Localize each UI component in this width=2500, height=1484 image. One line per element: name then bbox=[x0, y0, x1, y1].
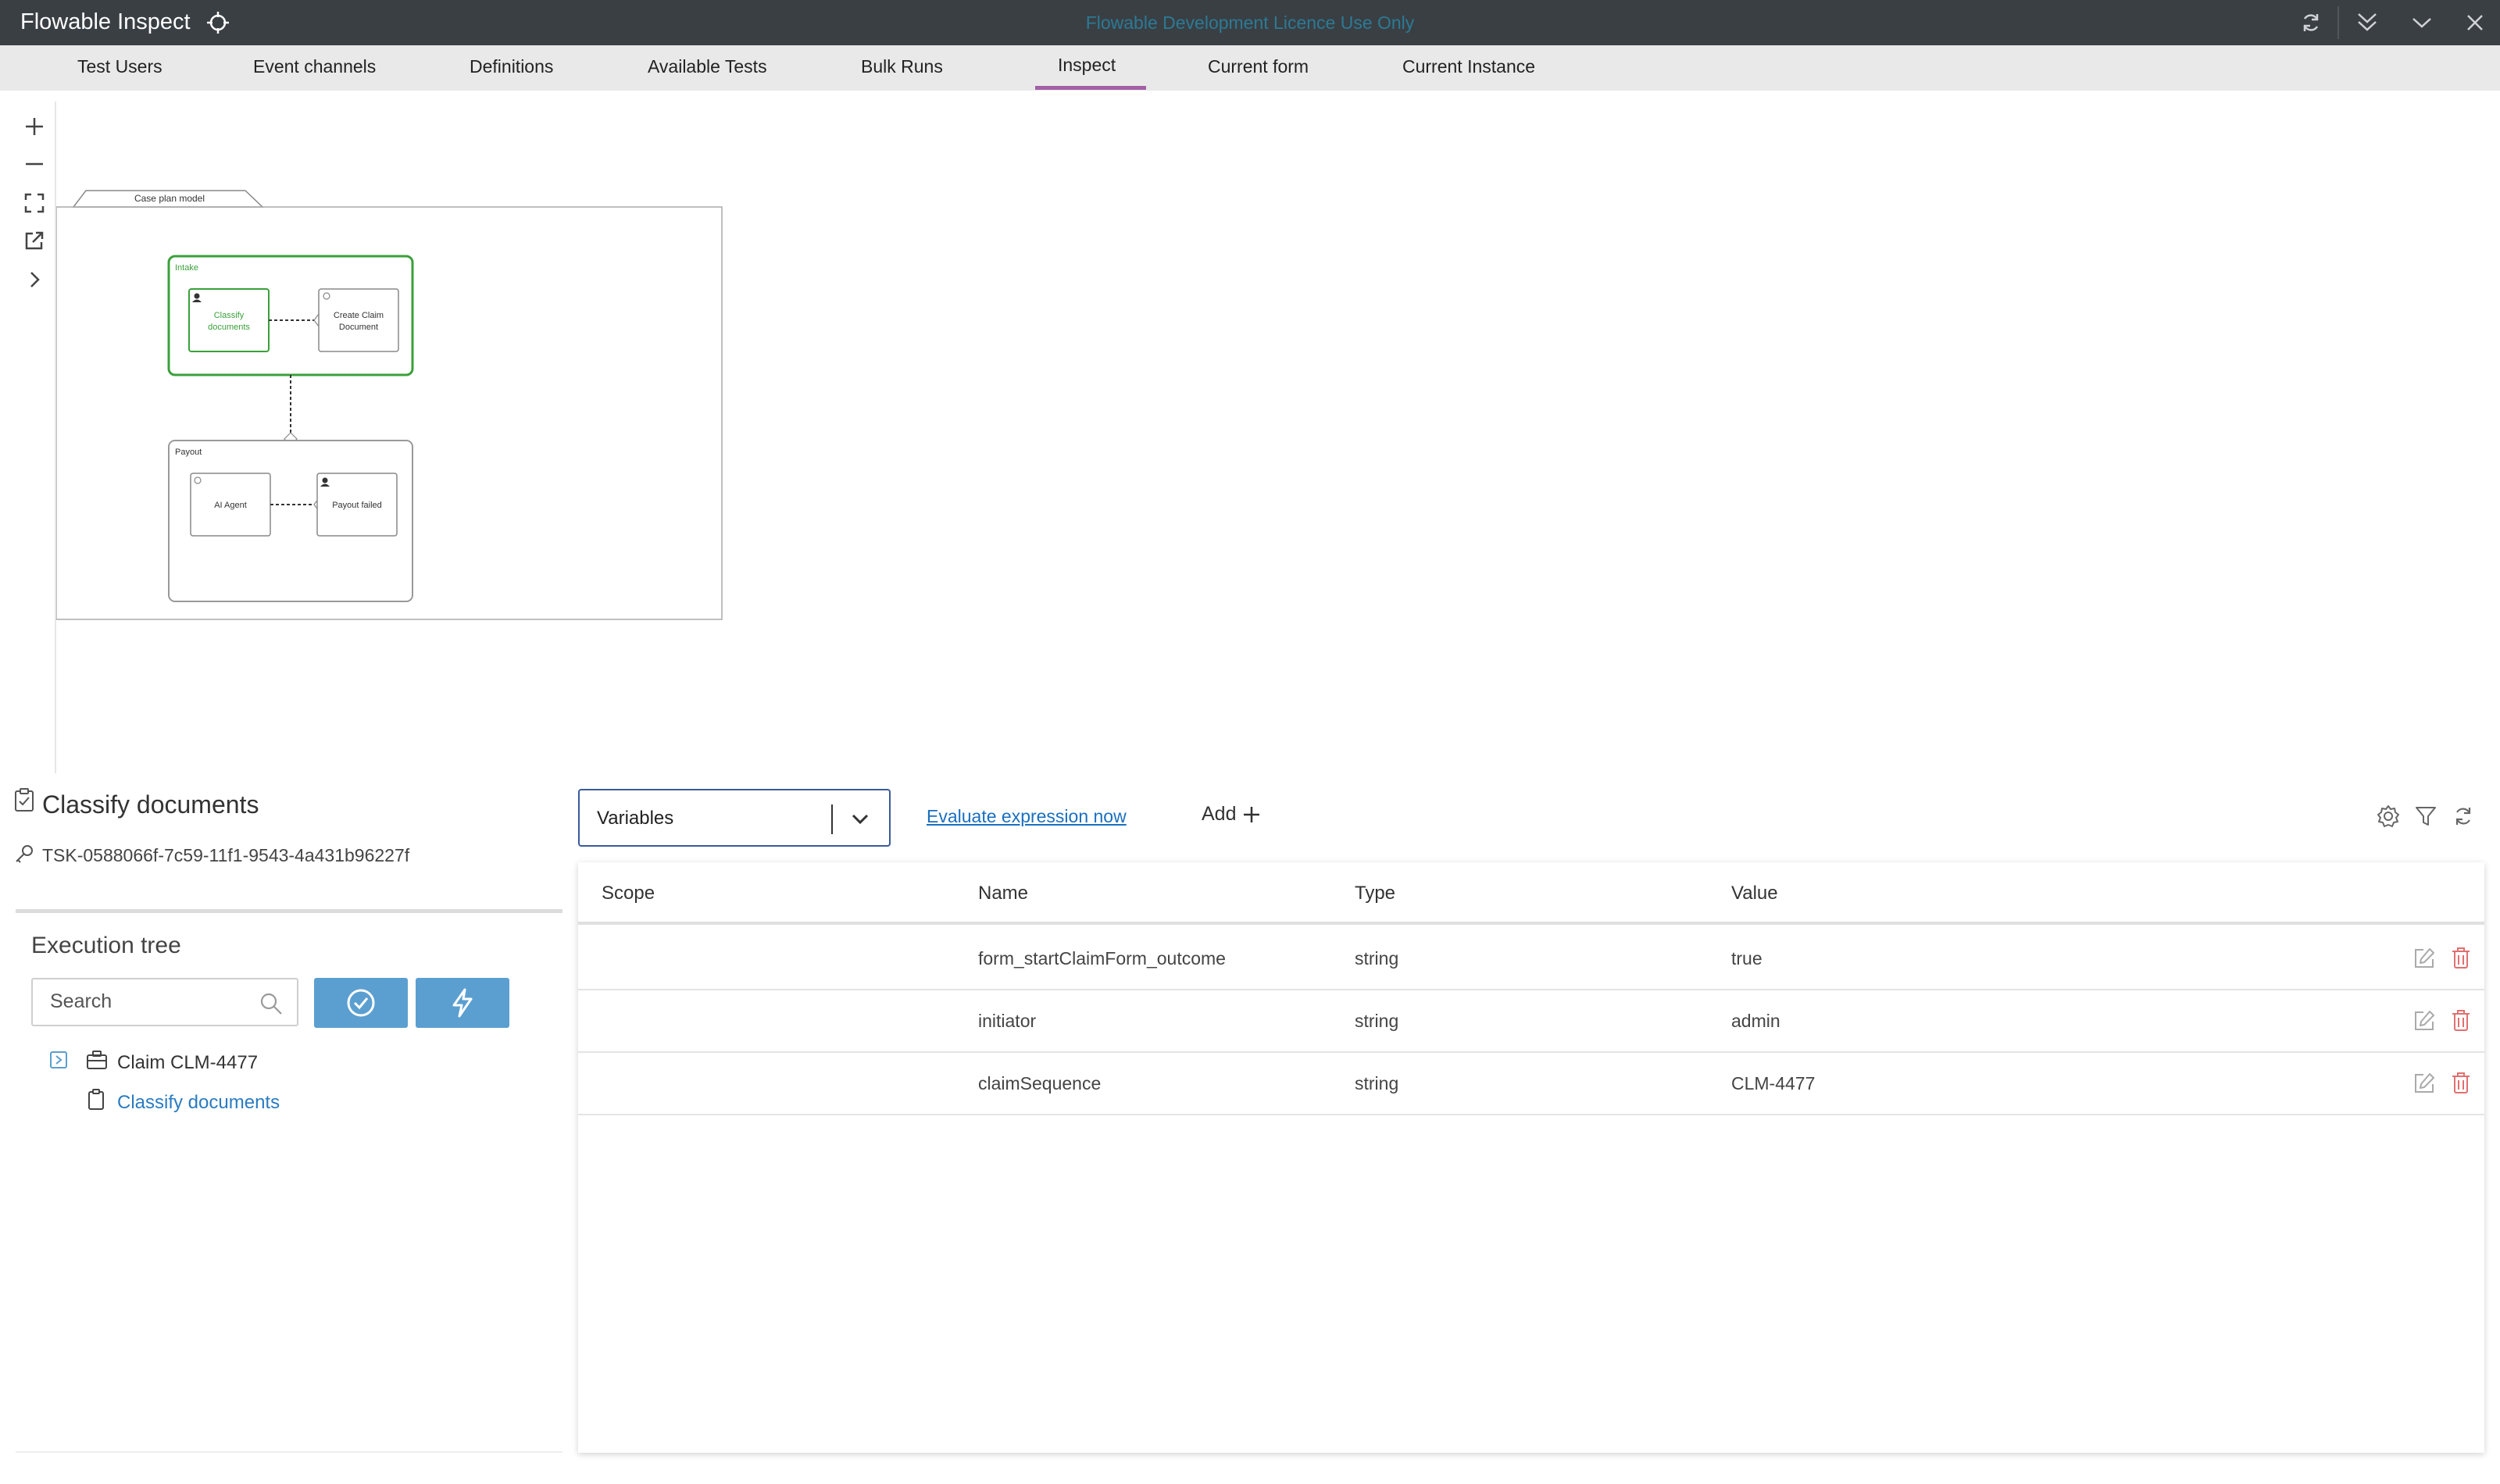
column-type[interactable]: Type bbox=[1355, 883, 1395, 904]
table-row: form_startClaimForm_outcome string true bbox=[578, 928, 2484, 990]
tree-node-case[interactable]: Claim CLM-4477 bbox=[117, 1052, 258, 1074]
execution-tree-title: Execution tree bbox=[31, 933, 181, 958]
cell-value: true bbox=[1731, 948, 1762, 969]
tab-event-channels[interactable]: Event channels bbox=[253, 56, 376, 77]
edit-icon[interactable] bbox=[2412, 1009, 2436, 1036]
divider bbox=[16, 1451, 562, 1453]
task-title: Classify documents bbox=[42, 790, 259, 819]
tab-inspect[interactable]: Inspect bbox=[1058, 55, 1116, 76]
delete-icon[interactable] bbox=[2450, 947, 2472, 974]
task-classify-line1: Classify bbox=[214, 311, 245, 320]
tab-current-instance[interactable]: Current Instance bbox=[1402, 56, 1535, 77]
settings-icon[interactable] bbox=[2375, 803, 2402, 829]
variables-table: Scope Name Type Value form_startClaimFor… bbox=[578, 862, 2484, 1453]
tab-definitions[interactable]: Definitions bbox=[470, 56, 553, 77]
briefcase-icon bbox=[86, 1050, 108, 1074]
external-link-icon[interactable] bbox=[20, 227, 48, 255]
cell-value: CLM-4477 bbox=[1731, 1073, 1816, 1093]
active-tab-indicator bbox=[1035, 86, 1146, 90]
check-circle-icon bbox=[347, 989, 375, 1017]
task-classify-documents[interactable]: Classify documents bbox=[188, 288, 270, 352]
titlebar-separator bbox=[2338, 6, 2339, 39]
tab-bulk-runs[interactable]: Bulk Runs bbox=[861, 56, 943, 77]
chevron-right-icon bbox=[55, 1055, 62, 1065]
edit-icon[interactable] bbox=[2412, 1072, 2436, 1099]
delete-icon[interactable] bbox=[2450, 1072, 2472, 1099]
stage-intake-label: Intake bbox=[175, 263, 198, 273]
edit-icon[interactable] bbox=[2412, 947, 2436, 974]
column-scope[interactable]: Scope bbox=[602, 883, 655, 904]
tree-node-task[interactable]: Classify documents bbox=[117, 1092, 280, 1114]
cell-name: initiator bbox=[978, 1011, 1037, 1031]
case-plan-label: Case plan model bbox=[134, 193, 205, 204]
task-create-claim-line2: Document bbox=[339, 323, 378, 332]
table-row: initiator string admin bbox=[578, 990, 2484, 1053]
search-icon[interactable] bbox=[259, 992, 283, 1019]
task-id: TSK-0588066f-7c59-11f1-9543-4a431b96227f bbox=[42, 845, 410, 865]
title-bar: Flowable Inspect Flowable Development Li… bbox=[0, 0, 2500, 45]
key-icon bbox=[14, 844, 34, 868]
cell-name: claimSequence bbox=[978, 1073, 1102, 1093]
trigger-button[interactable] bbox=[416, 978, 509, 1028]
variables-select[interactable]: Variables bbox=[578, 789, 891, 847]
complete-button[interactable] bbox=[314, 978, 408, 1028]
cell-type: string bbox=[1355, 948, 1399, 969]
column-value[interactable]: Value bbox=[1731, 883, 1778, 904]
plus-icon bbox=[1244, 806, 1260, 822]
cell-value: admin bbox=[1731, 1011, 1780, 1031]
cell-name: form_startClaimForm_outcome bbox=[978, 948, 1226, 969]
zoom-in-icon[interactable] bbox=[20, 112, 48, 141]
search-box bbox=[31, 978, 298, 1026]
clipboard-check-icon bbox=[14, 787, 34, 816]
search-input[interactable] bbox=[50, 990, 253, 1013]
evaluate-expression-link[interactable]: Evaluate expression now bbox=[927, 806, 1127, 827]
main-nav: Test Users Event channels Definitions Av… bbox=[0, 45, 2500, 91]
task-payout-failed[interactable]: Payout failed bbox=[316, 473, 398, 537]
diagram-toolbar bbox=[14, 102, 56, 773]
task-ai-agent[interactable]: AI Agent bbox=[190, 473, 271, 537]
clipboard-icon bbox=[88, 1089, 105, 1115]
task-create-claim-line1: Create Claim bbox=[334, 311, 384, 320]
close-icon[interactable] bbox=[2448, 0, 2500, 45]
table-header: Scope Name Type Value bbox=[578, 862, 2484, 925]
add-label: Add bbox=[1202, 803, 1237, 825]
task-ai-agent-label: AI Agent bbox=[214, 501, 247, 510]
task-create-claim-document[interactable]: Create Claim Document bbox=[318, 288, 399, 352]
divider bbox=[16, 909, 562, 913]
chevron-down-icon[interactable] bbox=[2395, 0, 2448, 45]
tab-available-tests[interactable]: Available Tests bbox=[648, 56, 767, 77]
variables-select-value: Variables bbox=[597, 808, 674, 829]
chevron-right-icon[interactable] bbox=[20, 266, 48, 294]
licence-banner: Flowable Development Licence Use Only bbox=[1085, 12, 1415, 33]
add-variable-button[interactable]: Add bbox=[1202, 803, 1261, 826]
tree-expand-toggle[interactable] bbox=[50, 1051, 67, 1068]
zoom-out-icon[interactable] bbox=[20, 150, 48, 178]
case-diagram: Case plan model Intake Classify document… bbox=[55, 187, 728, 625]
task-payout-failed-label: Payout failed bbox=[332, 501, 382, 510]
chevron-down-icon bbox=[850, 809, 870, 833]
column-name[interactable]: Name bbox=[978, 883, 1028, 904]
fit-screen-icon[interactable] bbox=[20, 189, 48, 217]
table-row: claimSequence string CLM-4477 bbox=[578, 1053, 2484, 1115]
cell-type: string bbox=[1355, 1011, 1399, 1031]
task-classify-line2: documents bbox=[208, 323, 250, 332]
stage-payout-label: Payout bbox=[175, 448, 202, 457]
select-separator bbox=[831, 804, 833, 834]
double-chevron-down-icon[interactable] bbox=[2341, 0, 2394, 45]
tab-current-form[interactable]: Current form bbox=[1208, 56, 1309, 77]
filter-icon[interactable] bbox=[2412, 803, 2439, 829]
lightning-icon bbox=[452, 988, 473, 1018]
refresh-icon[interactable] bbox=[2450, 803, 2477, 829]
tab-test-users[interactable]: Test Users bbox=[77, 56, 162, 77]
delete-icon[interactable] bbox=[2450, 1009, 2472, 1036]
cell-type: string bbox=[1355, 1073, 1399, 1093]
refresh-icon[interactable] bbox=[2284, 0, 2338, 45]
